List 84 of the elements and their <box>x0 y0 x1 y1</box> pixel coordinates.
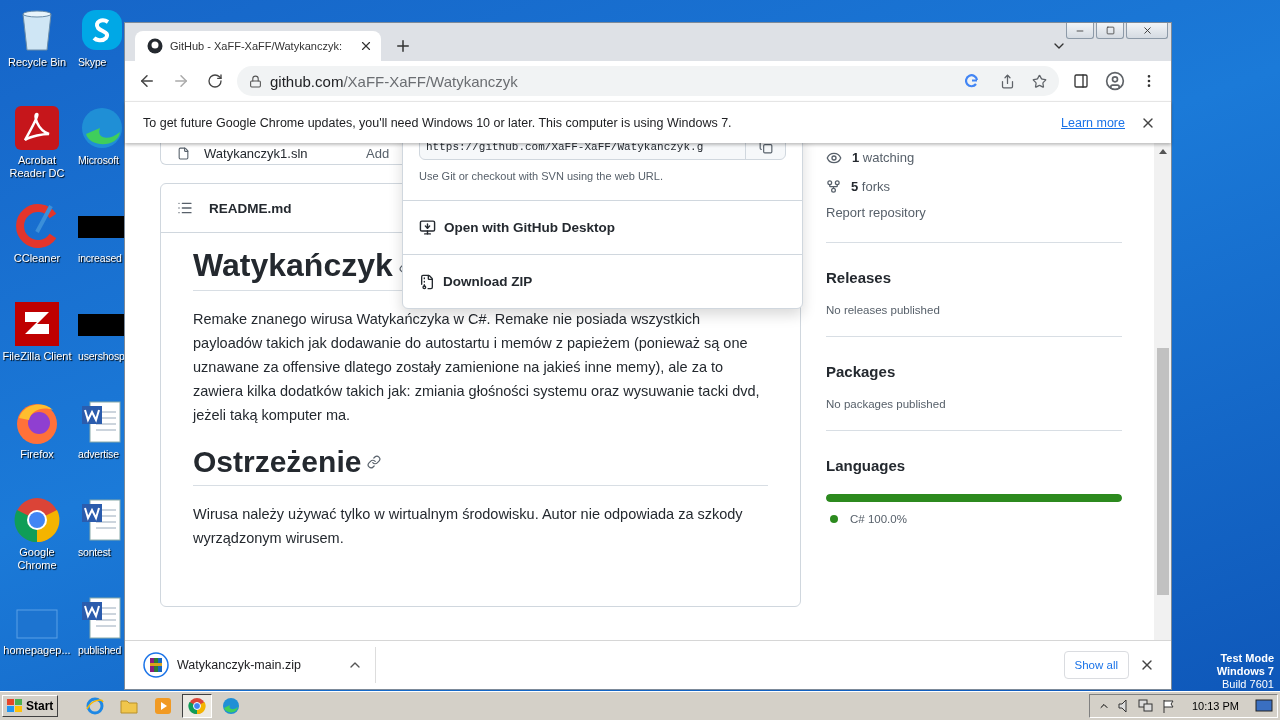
flag-icon[interactable] <box>1161 699 1176 713</box>
desktop-icon-label[interactable]: increased <box>78 252 122 265</box>
desktop-icon-label[interactable]: Firefox <box>20 448 54 461</box>
desktop-icon-label[interactable]: Skype <box>78 56 107 69</box>
readme-heading: Ostrzeżenie <box>193 445 362 479</box>
filezilla-icon <box>13 300 61 348</box>
scrollbar[interactable] <box>1154 143 1171 640</box>
report-repository-link[interactable]: Report repository <box>826 205 1122 243</box>
desktop-icon-label[interactable]: advertise <box>78 448 119 461</box>
scroll-up-arrow-icon[interactable] <box>1158 149 1167 154</box>
clone-url-field[interactable]: https://github.com/XaFF-XaFF/Watykanczyk.g <box>419 143 786 160</box>
readme-paragraph: Wirusa należy używać tylko w wirtualnym środowisku. Autor nie odpowiada za szkody wyrządzonym wirusem. <box>193 505 744 548</box>
edge-icon <box>222 697 241 715</box>
sidebar-heading: Packages <box>826 363 897 380</box>
person-icon <box>1105 71 1125 91</box>
clone-hint: Use Git or checkout with SVN using the web URL. <box>403 160 802 201</box>
share-icon <box>999 73 1015 89</box>
dropdown-item[interactable]: Open with GitHub Desktop <box>444 220 615 235</box>
readme-filename: README.md <box>209 200 292 216</box>
show-desktop-icon[interactable] <box>1255 699 1273 713</box>
start-button[interactable]: Start <box>2 695 59 717</box>
readme-heading: Watykańczyk <box>193 247 393 284</box>
desktop-icon-label[interactable]: CCleaner <box>13 252 61 265</box>
readme-paragraph: Remake znanego wirusa Watykańczyka w C#. Remake nie posiada wszystkich payloadów takich jak dodawanie do autostartu i memów z papieżem (ponieważ są one uznawane za offensive dlatego zostały zamienione na jakieś inne memy), ale za to zawiera kilka dodatków takich jak: zmiania głośności systemu oraz wysuwanie tacki dvd, jeżeli taką komputer ma. <box>193 310 761 425</box>
language-label: C# 100.0% <box>850 513 907 525</box>
sidebar-heading: Releases <box>826 269 893 286</box>
dropdown-item[interactable]: Download ZIP <box>443 274 533 289</box>
windows-flag-icon <box>7 699 23 713</box>
zip-file-icon <box>419 273 435 290</box>
anchor-link-icon[interactable] <box>367 455 382 469</box>
test-mode-text: Test Mode <box>1220 652 1274 665</box>
maximize-icon <box>1105 26 1115 35</box>
media-player-icon <box>154 697 173 715</box>
test-mode-text: Windows 7 <box>1216 665 1274 678</box>
file-icon <box>177 147 190 160</box>
side-panel-icon <box>1073 73 1089 89</box>
learn-more-link[interactable]: Learn more <box>1061 115 1125 130</box>
desktop-icon-label[interactable]: sontest <box>78 546 111 559</box>
browser-tab[interactable]: GitHub - XaFF-XaFF/Watykanczyk: <box>135 31 381 61</box>
folder-icon <box>120 698 139 714</box>
fork-icon <box>826 179 841 194</box>
archive-icon <box>143 652 169 678</box>
desktop-icon-label[interactable]: FileZilla Client <box>2 350 72 363</box>
sidebar-note: No releases published <box>826 304 941 316</box>
lock-icon <box>249 74 262 88</box>
sidebar-heading: Languages <box>826 457 907 474</box>
clock: 10:13 PM <box>1191 700 1239 712</box>
reload-icon <box>207 73 223 89</box>
show-all-button[interactable]: Show all <box>1063 651 1129 679</box>
speaker-icon[interactable] <box>1117 699 1130 713</box>
commit-message: Add <box>366 146 390 161</box>
repo-stat[interactable]: 1 watching <box>852 150 915 165</box>
minimize-button[interactable] <box>1066 23 1094 39</box>
profile-button[interactable] <box>1103 69 1127 93</box>
file-name[interactable]: Watykanczyk1.sln <box>204 146 352 161</box>
sidebar-note: No packages published <box>826 398 947 410</box>
desktop-icon-label[interactable]: Recycle Bin <box>7 56 67 69</box>
desktop-download-icon <box>419 219 436 236</box>
outline-menu-icon[interactable] <box>177 200 193 216</box>
ie-icon <box>86 697 105 715</box>
star-icon <box>1031 73 1047 89</box>
desktop-icon-label[interactable]: usershosp <box>78 350 124 363</box>
test-mode-text: Build 7601 <box>1222 678 1274 691</box>
repo-stat[interactable]: 5 forks <box>851 179 891 194</box>
close-icon[interactable] <box>359 39 373 53</box>
close-icon <box>1141 25 1153 36</box>
plus-icon <box>394 37 412 55</box>
desktop-icon-label[interactable]: published <box>78 644 122 657</box>
desktop-icon-label[interactable]: Acrobat Reader DC <box>1 154 73 180</box>
desktop-icon-label[interactable]: Google Chrome <box>1 546 73 572</box>
download-filename[interactable]: Watykanczyk-main.zip <box>177 658 339 672</box>
forward-arrow-icon <box>172 72 190 90</box>
desktop-icon-label[interactable]: homepagep... <box>3 644 71 657</box>
maximize-button[interactable] <box>1096 23 1124 39</box>
close-button[interactable] <box>1126 23 1168 39</box>
network-icon[interactable] <box>1137 699 1154 713</box>
infobar-message: To get future Google Chrome updates, you'll need Windows 10 or later. This computer is using Windows 7. <box>143 115 733 130</box>
address-bar[interactable]: github.com/XaFF-XaFF/Watykanczyk <box>237 66 1059 96</box>
desktop-icon-label[interactable]: Microsoft <box>78 154 119 167</box>
chrome-icon <box>188 697 207 715</box>
chrome-icon <box>13 496 61 544</box>
pdf-app-icon <box>13 104 61 152</box>
copy-icon <box>758 143 773 154</box>
taskbar-app-button[interactable] <box>182 694 213 718</box>
